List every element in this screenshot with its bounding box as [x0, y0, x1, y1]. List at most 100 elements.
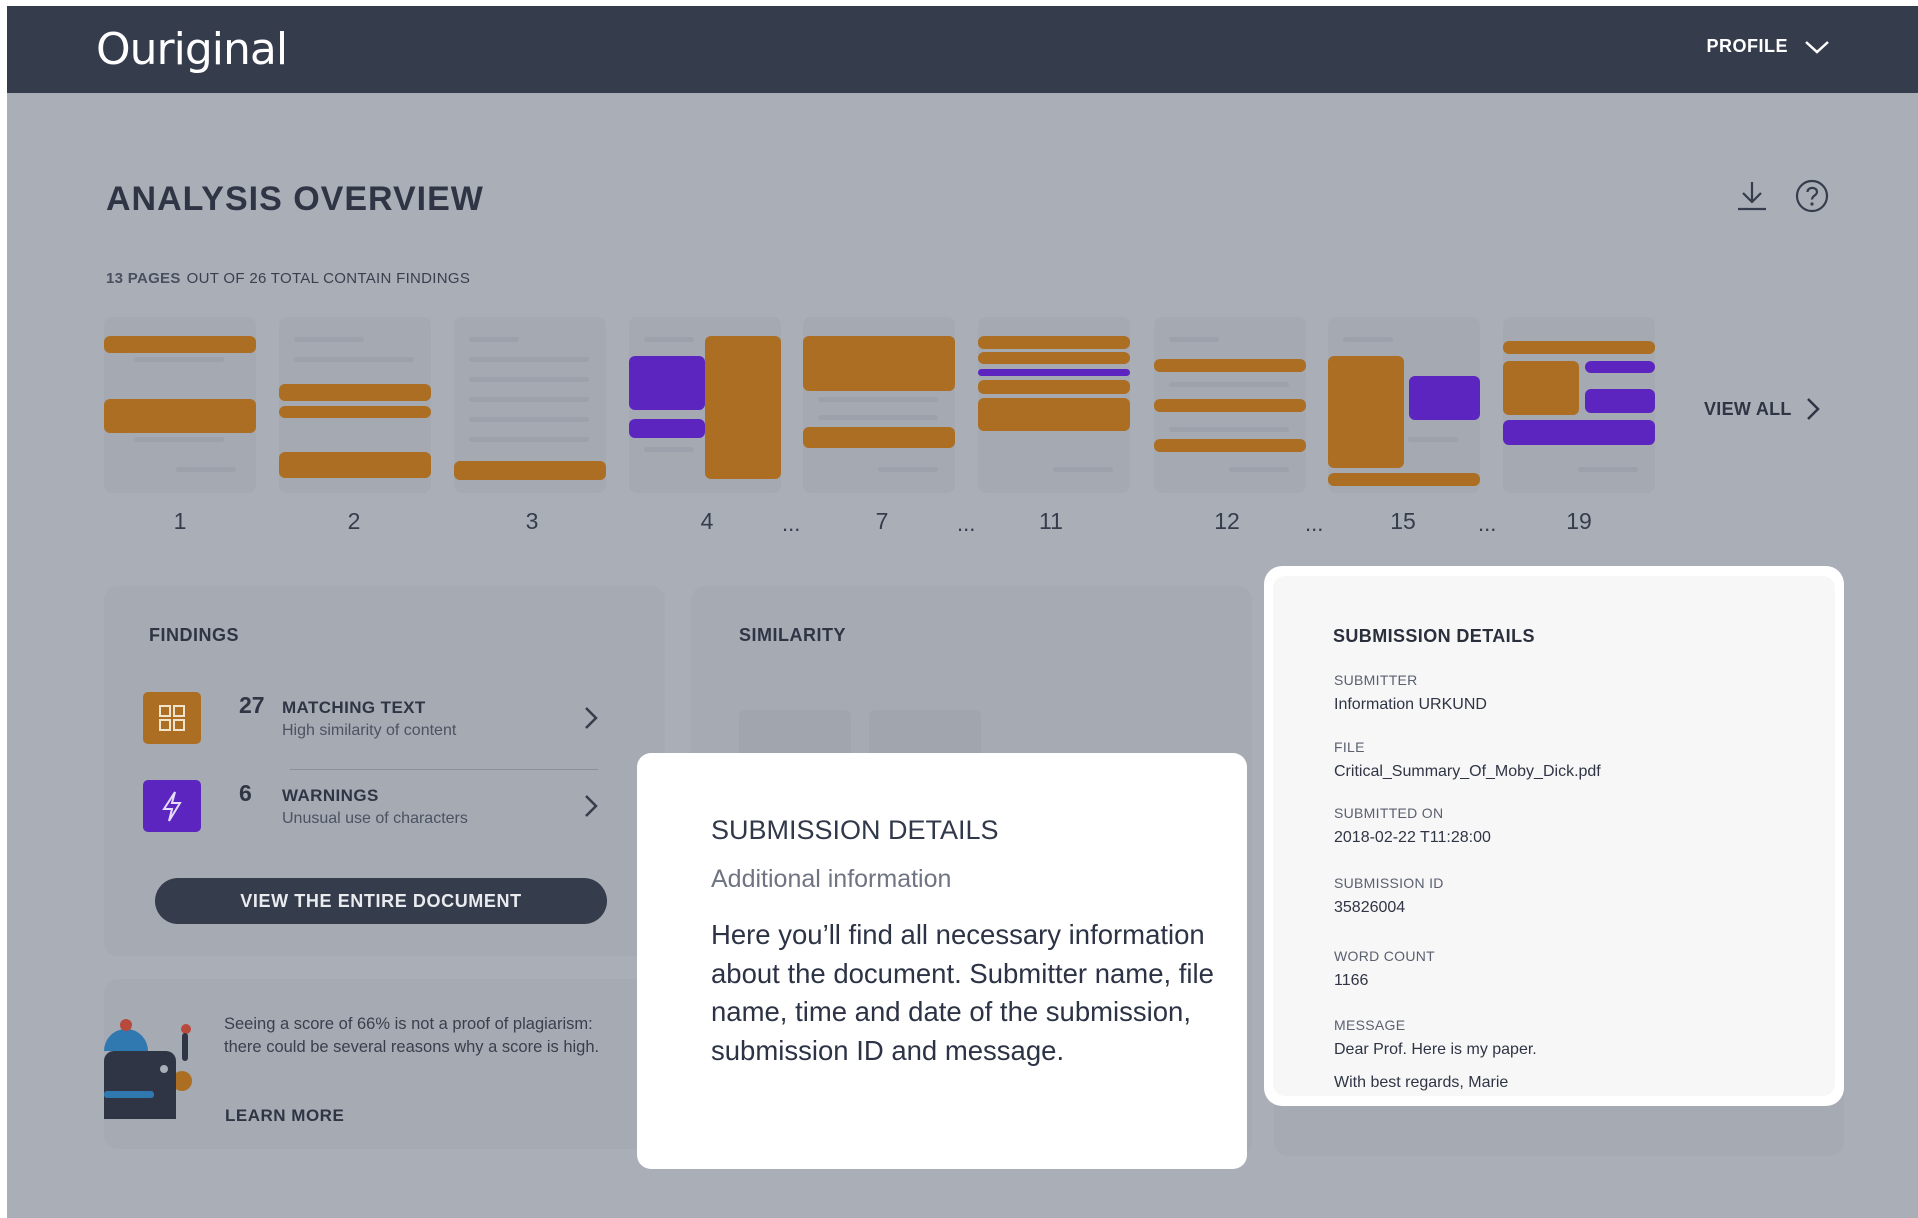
- profile-menu[interactable]: PROFILE: [1706, 36, 1830, 57]
- warning-highlight: [1409, 376, 1480, 420]
- matching-highlight: [978, 336, 1130, 349]
- submission-details-panel: SUBMISSION DETAILS SUBMITTER Information…: [1264, 566, 1844, 1106]
- grid-icon: [143, 692, 201, 744]
- matching-highlight: [279, 452, 431, 478]
- submitter-value: Information URKUND: [1334, 696, 1487, 713]
- download-icon[interactable]: [1734, 178, 1770, 214]
- pages-summary: 13 PAGES OUT OF 26 TOTAL CONTAIN FINDINGS: [106, 270, 470, 287]
- file-field: FILE Critical_Summary_Of_Moby_Dick.pdf: [1334, 739, 1601, 781]
- warning-highlight: [1585, 361, 1655, 373]
- chevron-right-icon: [585, 707, 598, 729]
- matching-highlight: [454, 461, 606, 480]
- page-number-19[interactable]: 19: [1559, 508, 1599, 535]
- chevron-right-icon: [585, 795, 598, 817]
- chevron-down-icon: [1805, 40, 1829, 54]
- matching-highlight: [978, 352, 1130, 364]
- pages-summary-text: OUT OF 26 TOTAL CONTAIN FINDINGS: [186, 270, 471, 287]
- page-number-11[interactable]: 11: [1031, 508, 1071, 535]
- matching-highlight: [978, 398, 1130, 431]
- warning-highlight: [1585, 389, 1655, 413]
- view-all-link[interactable]: VIEW ALL: [1704, 397, 1820, 421]
- warnings-row[interactable]: 6 WARNINGS Unusual use of characters: [143, 778, 598, 834]
- submitter-label: SUBMITTER: [1334, 672, 1418, 688]
- tooltip-body: Here you’ll find all necessary informati…: [711, 919, 1214, 1066]
- submitter-field: SUBMITTER Information URKUND: [1334, 672, 1487, 714]
- tip-text: Seeing a score of 66% is not a proof of …: [224, 1015, 600, 1056]
- robot-illustration: [104, 1019, 194, 1129]
- view-entire-document-button[interactable]: VIEW THE ENTIRE DOCUMENT: [155, 878, 607, 924]
- matching-highlight: [1503, 341, 1655, 354]
- page-number-4[interactable]: 4: [687, 508, 727, 535]
- similarity-title: SIMILARITY: [739, 625, 846, 645]
- page-number-2[interactable]: 2: [334, 508, 374, 535]
- page-number-12[interactable]: 12: [1207, 508, 1247, 535]
- submission-id-field: SUBMISSION ID 35826004: [1334, 875, 1444, 917]
- warnings-count: 6: [239, 780, 252, 806]
- matching-highlight: [1503, 361, 1579, 415]
- findings-card: FINDINGS 27 MATCHING TEXT High similarit…: [104, 586, 665, 956]
- lightning-icon: [143, 780, 201, 832]
- submission-id-label: SUBMISSION ID: [1334, 875, 1444, 891]
- matching-highlight: [279, 406, 431, 418]
- matching-highlight: [104, 399, 256, 433]
- learn-more-link[interactable]: LEARN MORE: [225, 1106, 344, 1126]
- pages-highlight: 13 PAGES: [106, 270, 181, 287]
- matching-highlight: [1154, 359, 1306, 372]
- matching-highlight: [1154, 439, 1306, 452]
- tooltip-subtitle: Additional information: [711, 865, 952, 893]
- submission-id-value: 35826004: [1334, 899, 1406, 916]
- chevron-right-icon: [1806, 398, 1820, 420]
- submitted-on-label: SUBMITTED ON: [1334, 805, 1444, 821]
- findings-title: FINDINGS: [149, 625, 240, 645]
- warning-highlight: [629, 356, 705, 410]
- file-value: Critical_Summary_Of_Moby_Dick.pdf: [1334, 763, 1601, 780]
- submitted-on-value: 2018-02-22 T11:28:00: [1334, 829, 1491, 846]
- page-ellipsis: ...: [782, 511, 801, 536]
- page-number-7[interactable]: 7: [862, 508, 902, 535]
- submission-details-title: SUBMISSION DETAILS: [1333, 626, 1535, 646]
- tip-card: Seeing a score of 66% is not a proof of …: [104, 979, 665, 1149]
- onboarding-tooltip: SUBMISSION DETAILS Additional informatio…: [637, 753, 1247, 1169]
- word-count-label: WORD COUNT: [1334, 948, 1435, 964]
- page-title: ANALYSIS OVERVIEW: [106, 180, 484, 218]
- help-icon[interactable]: [1794, 178, 1830, 214]
- matching-text-row[interactable]: 27 MATCHING TEXT High similarity of cont…: [143, 690, 598, 746]
- matching-highlight: [1328, 356, 1404, 468]
- page-thumbnails: 1 2 3 4 ... 7 ... 11 12 ... 15 ... 19 VI…: [7, 311, 1918, 551]
- word-count-value: 1166: [1334, 972, 1369, 989]
- matching-highlight: [104, 336, 256, 353]
- matching-count: 27: [239, 692, 265, 718]
- top-bar: Ouriginal PROFILE: [7, 6, 1918, 93]
- page-number-15[interactable]: 15: [1383, 508, 1423, 535]
- word-count-field: WORD COUNT 1166: [1334, 948, 1435, 990]
- logo: Ouriginal: [96, 24, 288, 75]
- matching-highlight: [1154, 399, 1306, 412]
- page-ellipsis: ...: [957, 511, 976, 536]
- warning-highlight: [978, 369, 1130, 376]
- message-line-2: With best regards, Marie: [1334, 1074, 1509, 1091]
- matching-highlight: [1328, 473, 1480, 486]
- tooltip-title: SUBMISSION DETAILS: [711, 815, 999, 845]
- warning-highlight: [629, 419, 705, 438]
- page-number-3[interactable]: 3: [512, 508, 552, 535]
- profile-label: PROFILE: [1706, 36, 1788, 56]
- submitted-on-field: SUBMITTED ON 2018-02-22 T11:28:00: [1334, 805, 1491, 847]
- matching-highlight: [803, 427, 955, 448]
- matching-description: High similarity of content: [282, 722, 457, 739]
- page-number-1[interactable]: 1: [160, 508, 200, 535]
- warning-highlight: [1503, 420, 1655, 445]
- file-label: FILE: [1334, 739, 1365, 755]
- page-ellipsis: ...: [1305, 511, 1324, 536]
- page-ellipsis: ...: [1478, 511, 1497, 536]
- matching-highlight: [803, 336, 955, 391]
- warnings-description: Unusual use of characters: [282, 810, 468, 827]
- message-field: MESSAGE Dear Prof. Here is my paper. Wit…: [1334, 1017, 1537, 1092]
- message-label: MESSAGE: [1334, 1017, 1406, 1033]
- matching-label: MATCHING TEXT: [282, 698, 426, 717]
- matching-highlight: [279, 384, 431, 401]
- warnings-label: WARNINGS: [282, 786, 379, 805]
- view-all-label: VIEW ALL: [1704, 398, 1792, 419]
- message-line-1: Dear Prof. Here is my paper.: [1334, 1041, 1537, 1058]
- matching-highlight: [978, 380, 1130, 394]
- divider: [290, 769, 598, 770]
